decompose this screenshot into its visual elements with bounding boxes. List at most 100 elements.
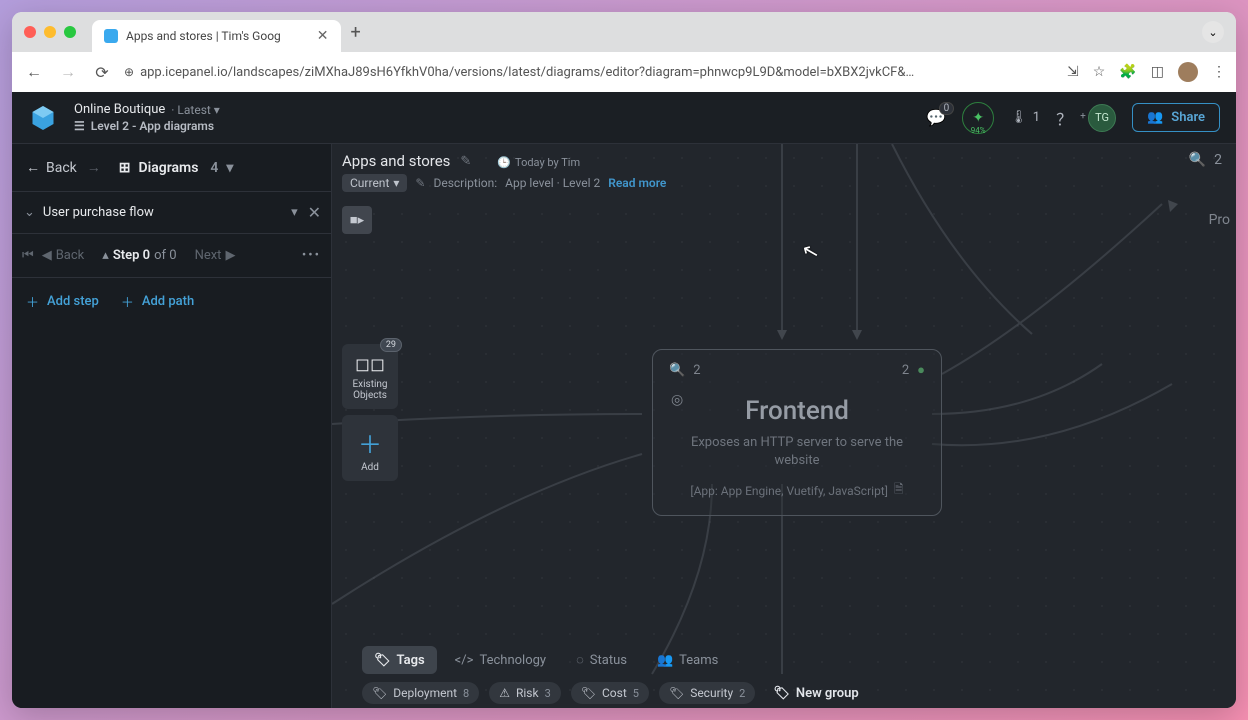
- zoom-icon[interactable]: 🔍: [1189, 152, 1206, 168]
- tab-status[interactable]: ◌Status: [564, 646, 639, 674]
- user-initials: TG: [1095, 111, 1109, 124]
- crumb-back-button[interactable]: ← Back: [26, 159, 77, 176]
- node-status-count: 2: [902, 363, 909, 378]
- diagram-title: Apps and stores: [342, 152, 450, 170]
- window-close-button[interactable]: [24, 26, 36, 38]
- header-right: 💬0 ✦94% 🌡1 ？ +TG 👥Share: [926, 102, 1220, 134]
- browser-tab[interactable]: Apps and stores | Tim's Goog ✕: [92, 20, 341, 52]
- window-minimize-button[interactable]: [44, 26, 56, 38]
- step-next-button[interactable]: Next ▶: [195, 248, 236, 263]
- new-tab-button[interactable]: +: [351, 22, 361, 43]
- zoom-count: 2: [1214, 152, 1222, 168]
- step-more-button[interactable]: •••: [302, 248, 321, 263]
- add-user-icon: +: [1080, 111, 1086, 122]
- new-tag-group-button[interactable]: 🏷New group: [773, 686, 858, 701]
- flow-menu-button[interactable]: ▾: [291, 205, 298, 220]
- existing-objects-button[interactable]: 29 ◻◻ Existing Objects: [342, 344, 398, 409]
- app-logo-icon: [28, 103, 58, 133]
- project-name-row[interactable]: Online Boutique · Latest ▾: [74, 102, 220, 117]
- url-field[interactable]: ⊕ app.icepanel.io/landscapes/ziMXhaJ89sH…: [124, 65, 1057, 80]
- video-icon: ■▸: [350, 212, 364, 228]
- temperature-indicator[interactable]: 🌡1: [1010, 110, 1040, 125]
- node-focus-icon[interactable]: ◎: [671, 392, 683, 408]
- tab-tags[interactable]: 🏷Tags: [362, 646, 437, 674]
- browser-menu-icon[interactable]: ⋮: [1212, 64, 1226, 80]
- tab-title: Apps and stores | Tim's Goog: [126, 29, 281, 43]
- help-button[interactable]: ？: [1056, 106, 1072, 130]
- add-object-button[interactable]: ＋ Add: [342, 415, 398, 481]
- crumb-forward-button[interactable]: →: [87, 159, 101, 176]
- node-top-bar: 🔍 2 2 ●: [669, 362, 925, 378]
- tab-technology[interactable]: </>Technology: [443, 646, 558, 674]
- window-zoom-button[interactable]: [64, 26, 76, 38]
- temp-value: 1: [1033, 110, 1040, 125]
- project-info: Online Boutique · Latest ▾ ☰ Level 2 - A…: [74, 102, 220, 133]
- version-pill[interactable]: Current ▾: [342, 174, 407, 192]
- objects-icon: ◻◻: [355, 354, 385, 375]
- canvas-toolbox: 29 ◻◻ Existing Objects ＋ Add: [342, 344, 398, 481]
- chip-risk[interactable]: ⚠ Risk 3: [489, 682, 561, 704]
- diagram-title-block: Apps and stores ✎ 🕒Today by Tim: [342, 152, 580, 170]
- canvas-top-right: 🔍 2: [1189, 152, 1222, 168]
- node-status-icon: ●: [917, 362, 925, 378]
- share-icon: 👥: [1147, 110, 1163, 125]
- app-header: Online Boutique · Latest ▾ ☰ Level 2 - A…: [12, 92, 1236, 144]
- chip-security[interactable]: 🏷 Security 2: [659, 682, 755, 704]
- extensions-icon[interactable]: 🧩: [1119, 64, 1136, 80]
- crumb-diagrams-dropdown[interactable]: ⊞ Diagrams 4 ▾: [119, 160, 234, 176]
- health-button[interactable]: ✦94%: [962, 102, 994, 134]
- node-tags: [App: App Engine, Vuetify, JavaScript] 🗎: [669, 480, 925, 501]
- comments-button[interactable]: 💬0: [926, 108, 946, 127]
- nav-reload-button[interactable]: ⟳: [90, 60, 114, 84]
- step-back-button[interactable]: ◀ Back: [42, 248, 85, 263]
- share-button[interactable]: 👥 Share: [1132, 103, 1220, 132]
- chevron-down-icon: ▾: [226, 160, 233, 176]
- tag-icon: 🏷: [773, 686, 790, 701]
- canvas-area[interactable]: Apps and stores ✎ 🕒Today by Tim 🔍 2 Curr…: [332, 144, 1236, 708]
- nav-forward-button[interactable]: →: [56, 60, 80, 84]
- canvas-header: Apps and stores ✎ 🕒Today by Tim 🔍 2: [342, 152, 1222, 170]
- step-first-button[interactable]: ⏮: [22, 248, 34, 263]
- bookmark-icon[interactable]: ☆: [1093, 64, 1106, 80]
- nav-back-button[interactable]: ←: [22, 60, 46, 84]
- chip-cost[interactable]: 🏷 Cost 5: [571, 682, 649, 704]
- health-pct: 94%: [971, 126, 986, 135]
- existing-label: Existing Objects: [346, 379, 394, 401]
- node-doc-icon[interactable]: 🗎: [894, 480, 904, 501]
- flow-close-button[interactable]: ✕: [308, 203, 321, 222]
- install-app-icon[interactable]: ⇲: [1067, 64, 1079, 80]
- user-avatar[interactable]: +TG: [1088, 104, 1116, 132]
- left-panel: ← Back → ⊞ Diagrams 4 ▾ ⌄ User purchase …: [12, 144, 332, 708]
- diagrams-icon: ⊞: [119, 160, 131, 176]
- add-step-button[interactable]: ＋Add step: [26, 292, 99, 311]
- node-zoom-icon[interactable]: 🔍: [669, 363, 685, 378]
- description-row: Current ▾ ✎ Description: App level · Lev…: [342, 174, 666, 192]
- team-icon: 👥: [657, 653, 673, 668]
- desc-text: App level · Level 2: [505, 176, 600, 190]
- level-breadcrumb[interactable]: ☰ Level 2 - App diagrams: [74, 119, 220, 133]
- node-title: Frontend: [669, 396, 925, 426]
- titlebar: Apps and stores | Tim's Goog ✕ + ⌄: [12, 12, 1236, 52]
- plus-icon: ＋: [26, 292, 39, 311]
- tab-teams[interactable]: 👥Teams: [645, 646, 730, 674]
- read-more-link[interactable]: Read more: [608, 176, 666, 190]
- desc-label: Description:: [433, 176, 497, 190]
- share-label: Share: [1171, 110, 1205, 125]
- app-content: Online Boutique · Latest ▾ ☰ Level 2 - A…: [12, 92, 1236, 708]
- tab-close-button[interactable]: ✕: [317, 28, 329, 44]
- edit-title-button[interactable]: ✎: [460, 154, 471, 169]
- chip-deployment[interactable]: 🏷 Deployment 8: [362, 682, 479, 704]
- node-frontend[interactable]: 🔍 2 2 ● ◎ Frontend Exposes an HTTP serve…: [652, 349, 942, 516]
- diagrams-label: Diagrams: [139, 160, 199, 176]
- add-label: Add: [361, 462, 379, 473]
- profile-avatar[interactable]: [1178, 62, 1198, 82]
- clock-icon: 🕒: [497, 156, 511, 169]
- record-button[interactable]: ■▸: [342, 206, 372, 234]
- add-path-button[interactable]: ＋Add path: [121, 292, 194, 311]
- edit-desc-icon[interactable]: ✎: [415, 176, 425, 190]
- site-info-icon: ⊕: [124, 65, 134, 79]
- flow-collapse-button[interactable]: ⌄: [24, 205, 35, 220]
- panel-breadcrumb: ← Back → ⊞ Diagrams 4 ▾: [12, 144, 331, 192]
- side-panel-icon[interactable]: ◫: [1151, 64, 1164, 80]
- tab-overflow-button[interactable]: ⌄: [1202, 21, 1224, 43]
